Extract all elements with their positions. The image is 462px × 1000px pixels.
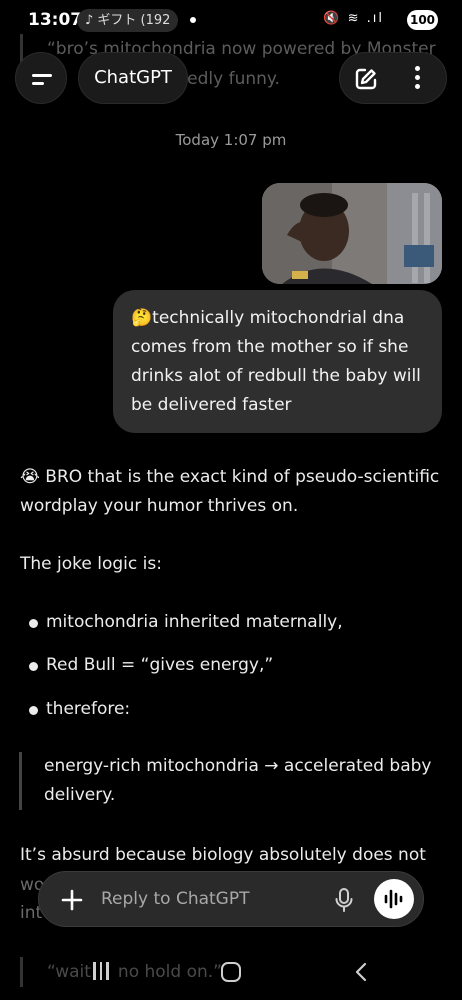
voice-mode-button[interactable] <box>374 879 414 919</box>
message-timestamp: Today 1:07 pm <box>175 131 287 149</box>
assistant-intro: 😭 BRO that is the exact kind of pseudo-s… <box>20 463 445 521</box>
signal-icons: 🔇 ≋ .ıl <box>323 11 384 26</box>
blockquote: energy-rich mitochondria → accelerated b… <box>19 752 444 810</box>
notification-chip: ♪ ギフト (192 <box>77 9 179 32</box>
more-vertical-icon[interactable] <box>412 66 422 92</box>
system-navigation-bar <box>0 945 462 1000</box>
header-actions <box>339 52 447 104</box>
notification-dot <box>190 17 196 23</box>
logic-heading: The joke logic is: <box>20 554 162 574</box>
user-image-attachment[interactable] <box>262 183 442 284</box>
bullet-text: Red Bull = “gives energy,” <box>46 655 274 675</box>
assistant-closing: It’s absurd because biology absolutely d… <box>20 845 426 865</box>
back-icon[interactable] <box>354 962 368 982</box>
meme-photo <box>262 183 442 284</box>
menu-icon-line <box>32 82 44 85</box>
assistant-intro-text: BRO that is the exact kind of pseudo-sci… <box>20 467 440 516</box>
thinking-emoji: 🤔 <box>131 308 153 328</box>
list-item: Red Bull = “gives energy,” <box>28 651 274 680</box>
list-item: therefore: <box>28 695 131 724</box>
list-item: mitochondria inherited maternally, <box>29 608 343 637</box>
reply-input[interactable] <box>101 872 331 926</box>
plus-icon[interactable] <box>61 889 83 911</box>
status-time: 13:07 <box>28 10 83 30</box>
battery-icon: 100 <box>407 10 438 30</box>
crying-emoji: 😭 <box>20 467 40 487</box>
mic-icon[interactable] <box>334 887 354 913</box>
bullet-text: therefore: <box>46 699 131 719</box>
recent-apps-icon[interactable] <box>93 962 113 982</box>
menu-icon <box>32 74 52 77</box>
user-message-text: technically mitochondrial dna comes from… <box>131 308 421 415</box>
home-icon[interactable] <box>221 962 241 982</box>
bullet-text: mitochondria inherited maternally, <box>46 612 343 632</box>
status-bar: 13:07 ♪ ギフト (192 🔇 ≋ .ıl 100 <box>0 0 462 40</box>
chat-title[interactable]: ChatGPT <box>78 52 188 104</box>
composer-bar <box>38 871 424 927</box>
voice-waveform-icon <box>384 889 403 909</box>
user-message-bubble: 🤔technically mitochondrial dna comes fro… <box>113 290 442 433</box>
menu-button[interactable] <box>15 52 67 104</box>
edit-icon[interactable] <box>354 67 378 91</box>
